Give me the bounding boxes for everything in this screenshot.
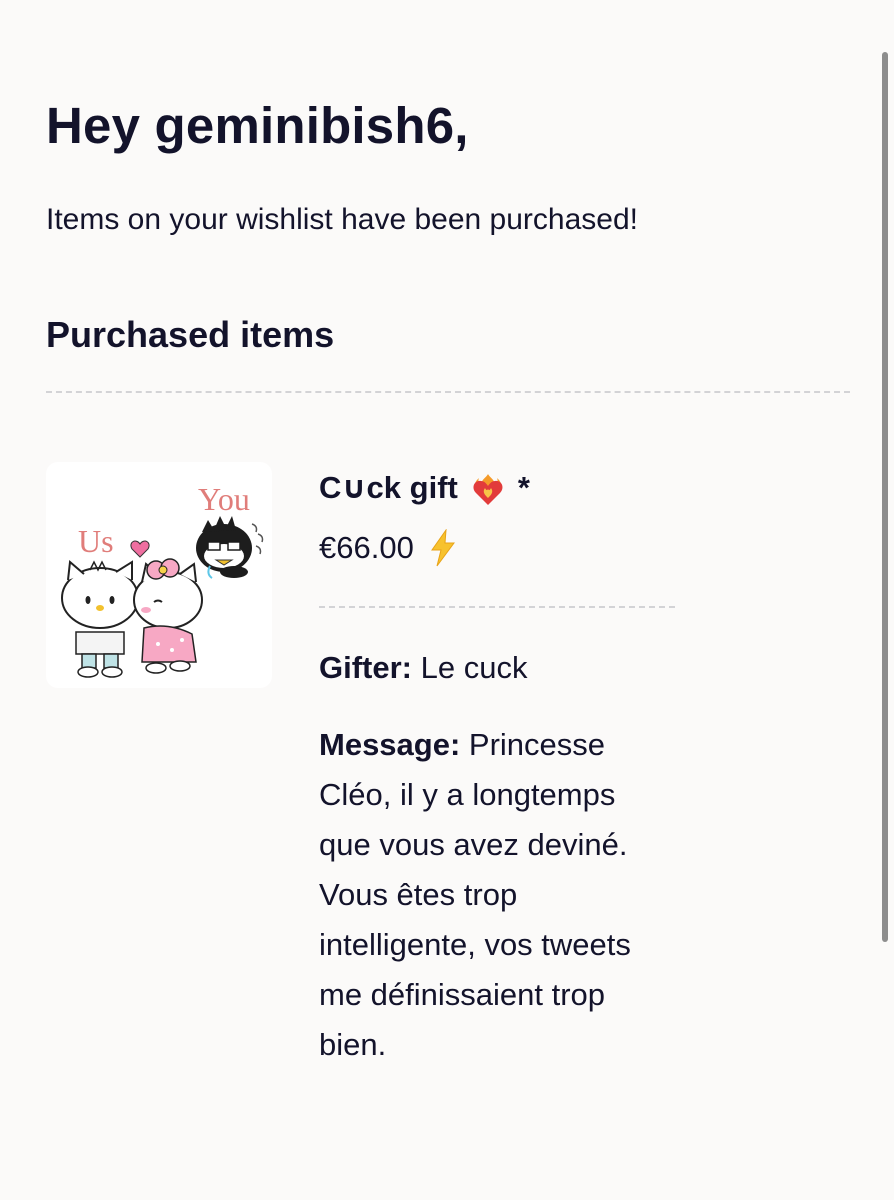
- lightning-bolt-icon: [430, 529, 455, 567]
- intro-text: Items on your wishlist have been purchas…: [46, 203, 638, 236]
- gifter-value: Le cuck: [412, 650, 528, 685]
- item-divider: [319, 606, 675, 608]
- message-text: Princesse Cléo, il y a longtemps que vou…: [319, 727, 631, 1062]
- message-label: Message:: [319, 727, 461, 762]
- section-title: Purchased items: [46, 314, 335, 355]
- item-name[interactable]: C∪ck gift: [319, 470, 458, 506]
- email-page: Hey geminibish6, Items on your wishlist …: [0, 0, 894, 1200]
- hello-kitty-character: [133, 558, 203, 674]
- image-label-us: Us: [78, 523, 114, 559]
- section-divider: [46, 391, 850, 393]
- message-block: Message: Princesse Cléo, il y a longtemp…: [319, 720, 671, 1070]
- penguin-character: [196, 516, 264, 579]
- item-price-row: €66.00: [319, 526, 679, 570]
- gifter-label: Gifter:: [319, 650, 412, 685]
- item-name-suffix: *: [517, 470, 530, 505]
- image-label-you: You: [198, 481, 250, 517]
- item-details: C∪ck gift * €66.00 Gifter: Le cuck Messa…: [319, 466, 679, 1070]
- small-heart-icon: [130, 540, 150, 558]
- hello-kitty-sticker-illustration: You Us: [61, 481, 264, 678]
- heart-on-fire-icon: [473, 474, 503, 505]
- item-price: €66.00: [319, 530, 414, 565]
- male-kitty-character: [61, 560, 139, 678]
- greeting-heading: Hey geminibish6,: [46, 97, 469, 154]
- item-image[interactable]: You Us: [46, 462, 272, 688]
- gifter-line: Gifter: Le cuck: [319, 646, 679, 690]
- scrollbar[interactable]: [882, 52, 888, 942]
- item-name-row[interactable]: C∪ck gift *: [319, 466, 679, 510]
